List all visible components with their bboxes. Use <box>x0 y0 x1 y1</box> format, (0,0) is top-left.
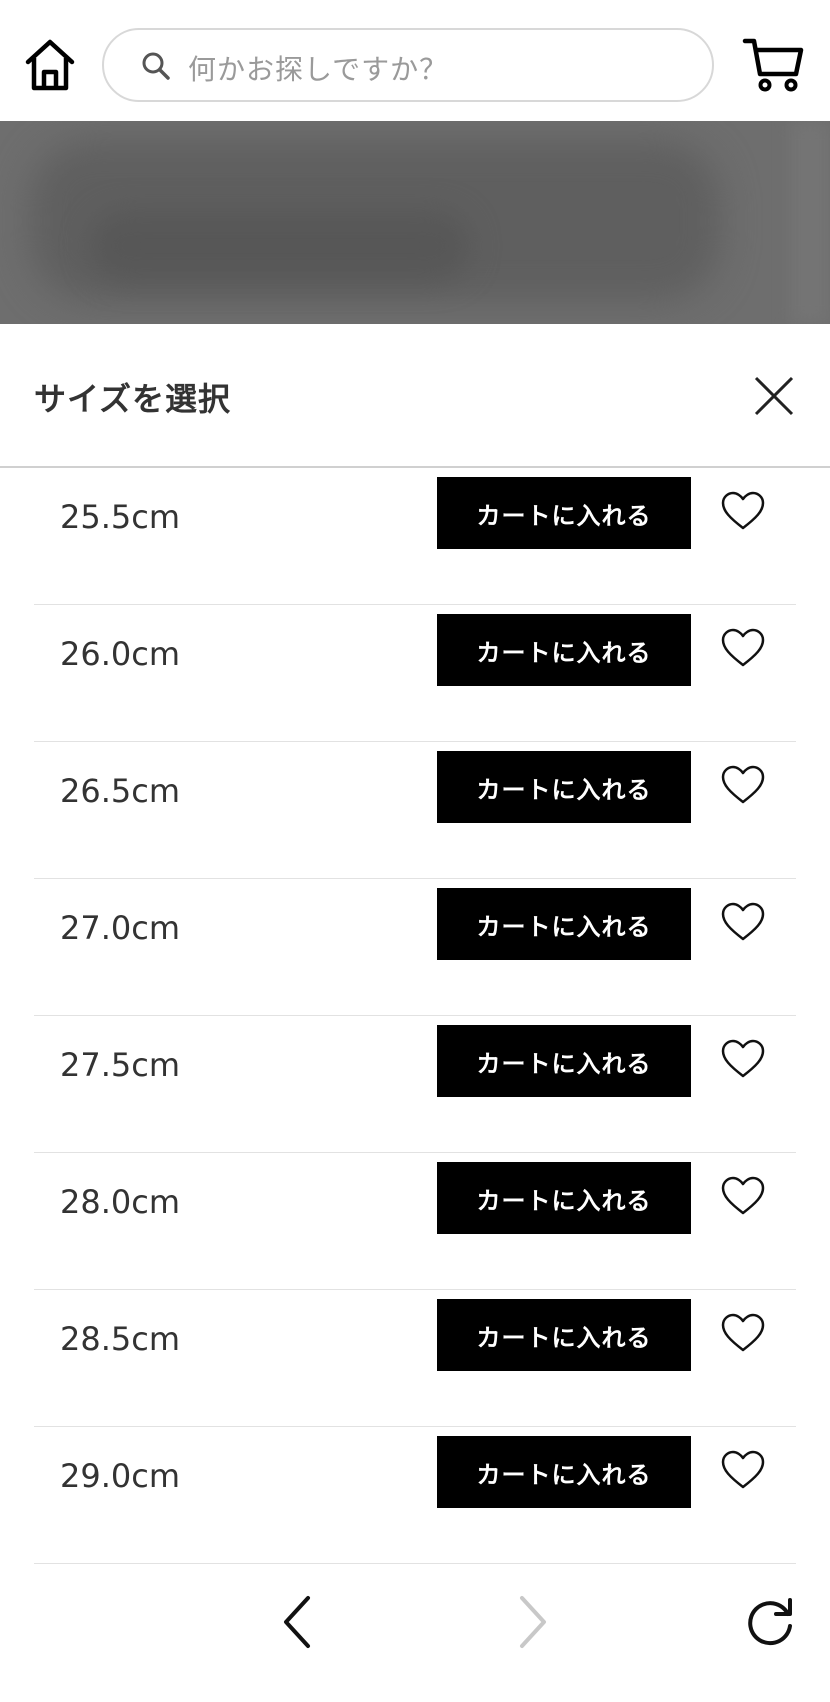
add-to-cart-button[interactable]: カートに入れる <box>437 614 691 686</box>
heart-icon[interactable] <box>720 490 766 532</box>
size-row: 27.0cm カートに入れる <box>0 879 830 1016</box>
size-label: 27.5cm <box>60 1046 181 1084</box>
banner-blur-shape <box>790 121 830 324</box>
size-label: 26.5cm <box>60 772 181 810</box>
sheet-title: サイズを選択 <box>34 380 232 418</box>
heart-icon[interactable] <box>720 764 766 806</box>
size-row: 26.5cm カートに入れる <box>0 742 830 879</box>
search-input[interactable]: 何かお探しですか？ <box>102 28 714 102</box>
heart-icon[interactable] <box>720 627 766 669</box>
size-row: 28.0cm カートに入れる <box>0 1153 830 1290</box>
add-to-cart-button[interactable]: カートに入れる <box>437 751 691 823</box>
heart-icon[interactable] <box>720 1175 766 1217</box>
size-label: 28.0cm <box>60 1183 181 1221</box>
home-icon[interactable] <box>24 38 76 94</box>
size-row: 25.5cm カートに入れる <box>0 468 830 605</box>
heart-icon[interactable] <box>720 1449 766 1491</box>
search-icon <box>142 52 170 80</box>
add-to-cart-button[interactable]: カートに入れる <box>437 888 691 960</box>
heart-icon[interactable] <box>720 901 766 943</box>
size-row: 29.0cm カートに入れる <box>0 1427 830 1564</box>
heart-icon[interactable] <box>720 1312 766 1354</box>
add-to-cart-button[interactable]: カートに入れる <box>437 1162 691 1234</box>
size-label: 25.5cm <box>60 498 181 536</box>
size-row: 27.5cm カートに入れる <box>0 1016 830 1153</box>
add-to-cart-button[interactable]: カートに入れる <box>437 1025 691 1097</box>
browser-bottom-nav <box>0 1568 830 1702</box>
size-row: 26.0cm カートに入れる <box>0 605 830 742</box>
size-label: 26.0cm <box>60 635 181 673</box>
header: 何かお探しですか？ <box>0 0 830 121</box>
size-label: 28.5cm <box>60 1320 181 1358</box>
chevron-right-icon <box>520 1596 546 1648</box>
size-list: 25.5cm カートに入れる 26.0cm カートに入れる 26.5cm カートに入れる 2… <box>0 468 830 1564</box>
add-to-cart-button[interactable]: カートに入れる <box>437 1299 691 1371</box>
close-icon[interactable] <box>752 374 796 418</box>
chevron-left-icon[interactable] <box>274 1594 322 1650</box>
blurred-banner <box>0 121 830 324</box>
reload-icon[interactable] <box>744 1596 796 1648</box>
sheet-header: サイズを選択 <box>0 324 830 468</box>
cart-icon[interactable] <box>742 36 804 94</box>
size-select-sheet: サイズを選択 25.5cm カートに入れる 26.0cm カートに入れる 26.5cm カ… <box>0 324 830 1702</box>
add-to-cart-button[interactable]: カートに入れる <box>437 477 691 549</box>
size-label: 29.0cm <box>60 1457 181 1495</box>
size-label: 27.0cm <box>60 909 181 947</box>
add-to-cart-button[interactable]: カートに入れる <box>437 1436 691 1508</box>
row-divider <box>34 1563 796 1564</box>
search-placeholder: 何かお探しですか？ <box>188 53 449 86</box>
size-row: 28.5cm カートに入れる <box>0 1290 830 1427</box>
banner-blur-shape <box>90 211 470 281</box>
heart-icon[interactable] <box>720 1038 766 1080</box>
page: 何かお探しですか？ サイズを選択 25.5cm カートに入れる 26.0cm カートに… <box>0 0 830 1702</box>
